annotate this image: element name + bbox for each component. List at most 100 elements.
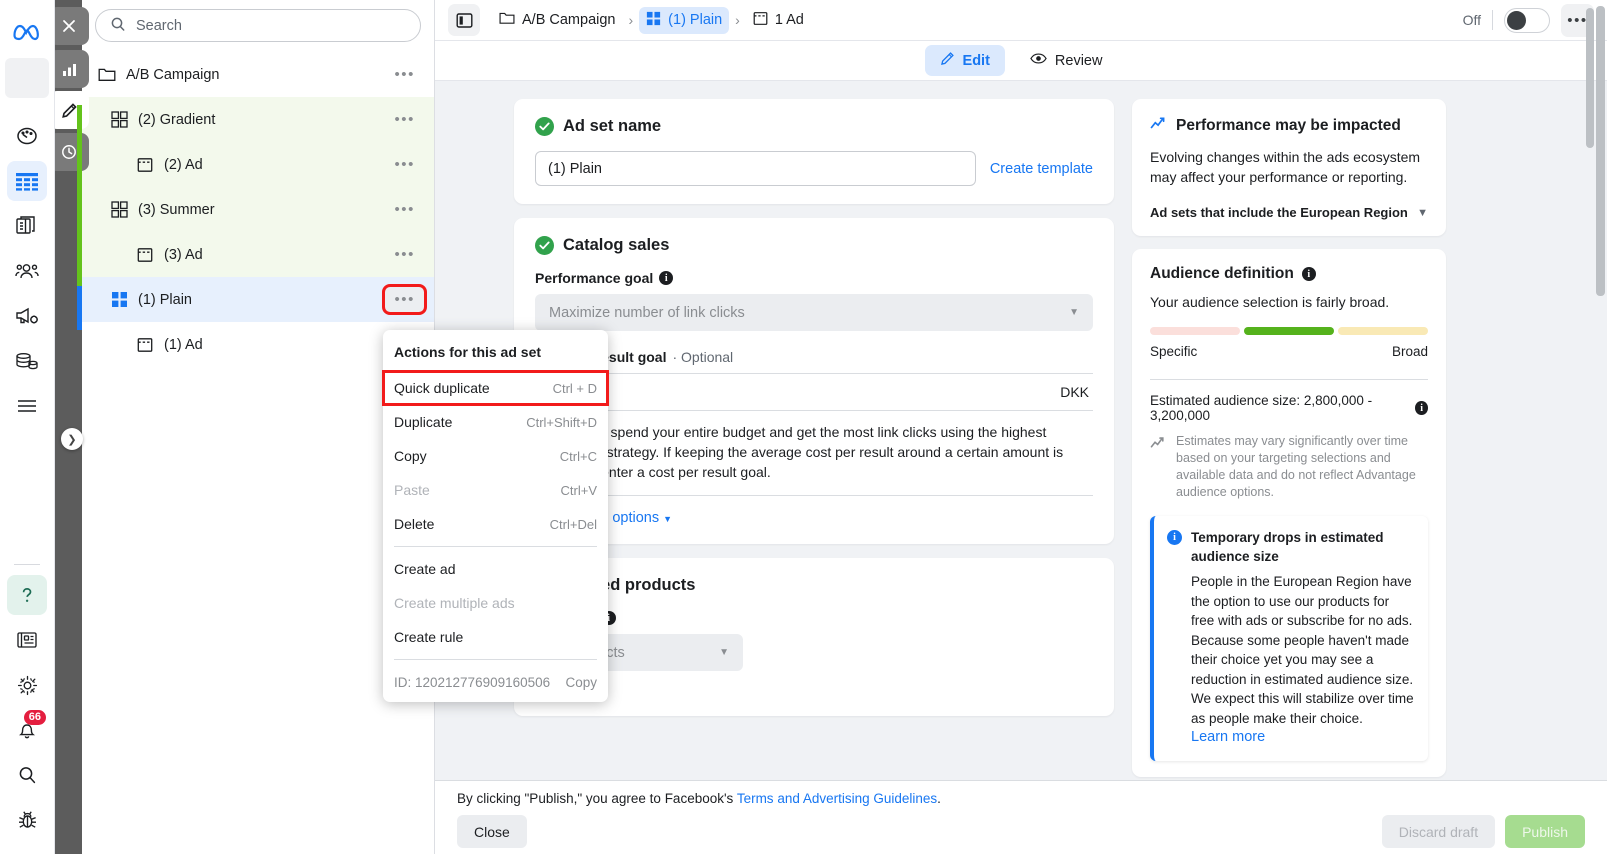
copy-id-button[interactable]: Copy — [565, 675, 597, 690]
tree-row-ad-2[interactable]: (2) Ad ••• — [82, 142, 434, 187]
footer-buttons: Close Discard draft Publish — [457, 815, 1585, 848]
menu-item-copy[interactable]: Copy Ctrl+C — [383, 439, 608, 473]
row-more-button[interactable]: ••• — [385, 197, 424, 222]
discard-draft-button[interactable]: Discard draft — [1382, 815, 1495, 848]
sidebar-item-table[interactable] — [7, 161, 47, 201]
help-icon[interactable] — [7, 575, 47, 615]
gauge-segment-mid — [1244, 327, 1334, 335]
gear-icon[interactable] — [7, 665, 47, 705]
page-scrollbar[interactable] — [1596, 6, 1605, 296]
bar-chart-icon[interactable] — [49, 50, 89, 88]
sidebar-item-audiences[interactable] — [7, 251, 47, 291]
create-template-link[interactable]: Create template — [990, 161, 1093, 177]
ad-icon — [134, 157, 156, 173]
tree-row-label: (3) Ad — [164, 247, 203, 263]
edit-review-tabs: Edit Review — [435, 41, 1607, 81]
row-more-button[interactable]: ••• — [385, 152, 424, 177]
tree-row-adset-summer[interactable]: (3) Summer ••• — [82, 187, 434, 232]
info-icon[interactable]: i — [1415, 401, 1428, 415]
news-icon[interactable] — [7, 620, 47, 660]
menu-item-create-ad[interactable]: Create ad — [383, 552, 608, 586]
search-icon — [110, 16, 126, 35]
cost-goal-input[interactable]: DKK — [535, 373, 1093, 411]
menu-item-paste: Paste Ctrl+V — [383, 473, 608, 507]
pencil-icon — [940, 51, 955, 70]
adset-name-card: Ad set name (1) Plain Create template — [514, 99, 1114, 204]
infobox-header: i Temporary drops in estimated audience … — [1167, 528, 1414, 566]
row-label: Ad sets that include the European Region — [1150, 205, 1408, 220]
row-more-button[interactable]: ••• — [385, 62, 424, 87]
tab-label: Review — [1055, 53, 1103, 69]
breadcrumb: A/B Campaign › (1) Plain › 1 Ad — [492, 7, 811, 34]
infobox-body: People in the European Region have the o… — [1167, 572, 1414, 748]
ad-icon — [134, 337, 156, 353]
european-region-row[interactable]: Ad sets that include the European Region… — [1150, 205, 1428, 220]
tree-row-campaign[interactable]: A/B Campaign ••• — [82, 52, 434, 97]
bug-icon[interactable] — [7, 800, 47, 840]
menu-item-delete[interactable]: Delete Ctrl+Del — [383, 507, 608, 541]
menu-item-quick-duplicate[interactable]: Quick duplicate Ctrl + D — [383, 371, 608, 405]
account-thumbnail[interactable] — [5, 58, 49, 98]
panel-toggle-icon[interactable] — [448, 4, 480, 36]
adset-icon-blue — [646, 11, 661, 30]
tree-row-ad-3[interactable]: (3) Ad ••• — [82, 232, 434, 277]
info-icon: i — [1167, 530, 1182, 545]
tab-review[interactable]: Review — [1015, 46, 1118, 75]
menu-divider — [394, 659, 597, 660]
row-more-button-active[interactable]: ••• — [385, 287, 424, 312]
status-toggle[interactable] — [1504, 8, 1550, 33]
sidebar-item-billing[interactable] — [7, 341, 47, 381]
breadcrumb-ad[interactable]: 1 Ad — [746, 7, 811, 34]
clock-icon[interactable] — [49, 133, 89, 171]
sidebar-item-campaigns[interactable] — [7, 296, 47, 336]
info-icon[interactable]: i — [1302, 267, 1316, 281]
sidebar-item-library[interactable] — [7, 206, 47, 246]
adset-icon-blue — [108, 291, 130, 308]
card-title: Ad set name — [563, 117, 661, 136]
row-more-button[interactable]: ••• — [385, 107, 424, 132]
search-icon[interactable] — [7, 755, 47, 795]
tab-edit[interactable]: Edit — [925, 45, 1005, 76]
learn-more-link[interactable]: Learn more — [1191, 728, 1414, 748]
adset-name-input[interactable]: (1) Plain — [535, 151, 976, 186]
chevron-down-icon: ▼ — [719, 647, 729, 658]
publish-button[interactable]: Publish — [1505, 815, 1585, 848]
menu-item-create-rule[interactable]: Create rule — [383, 620, 608, 654]
divider — [1492, 10, 1493, 30]
adset-icon — [108, 111, 130, 128]
audience-gauge — [1150, 327, 1428, 335]
inner-scrollbar[interactable] — [1586, 8, 1594, 148]
gauge-label-specific: Specific — [1150, 344, 1197, 359]
info-icon[interactable]: i — [659, 271, 673, 285]
adset-context-menu: Actions for this ad set Quick duplicate … — [383, 330, 608, 702]
breadcrumb-label: A/B Campaign — [522, 12, 616, 28]
show-more-options-link[interactable]: Show more options ▼ — [535, 495, 1093, 526]
sidebar-item-analytics-speedometer[interactable] — [7, 116, 47, 156]
menu-item-label: Create multiple ads — [394, 595, 515, 611]
terms-link[interactable]: Terms and Advertising Guidelines — [737, 791, 937, 806]
search-input[interactable]: Search — [95, 9, 421, 42]
meta-logo-icon[interactable] — [7, 14, 47, 48]
pencil-icon[interactable] — [49, 91, 89, 129]
chevron-right-icon[interactable]: ❯ — [61, 428, 83, 450]
breadcrumb-adset[interactable]: (1) Plain — [639, 7, 729, 34]
secondary-dark-rail: ❯ — [55, 0, 82, 854]
tree-row-ad-1[interactable]: (1) Ad — [82, 322, 434, 367]
menu-item-duplicate[interactable]: Duplicate Ctrl+Shift+D — [383, 405, 608, 439]
performance-goal-select[interactable]: Maximize number of link clicks ▼ — [535, 294, 1093, 331]
close-button[interactable]: Close — [457, 815, 527, 848]
tree-row-adset-gradient[interactable]: (2) Gradient ••• — [82, 97, 434, 142]
sidebar-item-all-tools[interactable] — [7, 386, 47, 426]
menu-item-label: Create rule — [394, 629, 463, 645]
performance-goal-label: Performance goal i — [535, 270, 1093, 286]
infobox-text: People in the European Region have the o… — [1191, 574, 1414, 726]
close-icon[interactable] — [49, 7, 89, 45]
tree-row-adset-plain[interactable]: (1) Plain ••• — [82, 277, 434, 322]
breadcrumb-label: (1) Plain — [668, 12, 722, 28]
row-more-button[interactable]: ••• — [385, 242, 424, 267]
ab-test-strip — [77, 105, 82, 286]
bell-icon[interactable]: 66 — [7, 710, 47, 750]
adset-name-row: (1) Plain Create template — [535, 151, 1093, 186]
breadcrumb-campaign[interactable]: A/B Campaign — [492, 7, 623, 33]
card-title-row: Performance may be impacted — [1150, 115, 1428, 136]
